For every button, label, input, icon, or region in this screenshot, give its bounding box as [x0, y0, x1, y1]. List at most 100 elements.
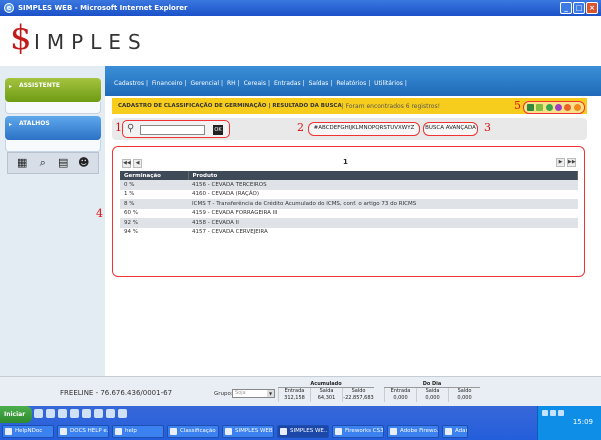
start-button[interactable]: Iniciar — [0, 406, 32, 423]
clock: 15:09 — [572, 418, 593, 426]
menu-item-financeiro[interactable]: Financeiro — [152, 80, 183, 87]
logo-dollar: $ — [10, 18, 32, 58]
first-page-button[interactable]: ◀◀ — [122, 158, 131, 168]
magnifier-icon: ⚲ — [127, 123, 135, 134]
cell-produto: 4157 - CEVADA CERVEJEIRA — [188, 227, 578, 237]
calendar-icon[interactable]: ▤ — [57, 156, 70, 170]
taskbar-item[interactable]: Adan — [442, 425, 468, 438]
close-button[interactable]: × — [586, 2, 598, 14]
advanced-search-button[interactable]: BUSCA AVANÇADA — [423, 122, 478, 136]
acumulado-saldo: -22.857,683 — [342, 395, 374, 402]
ok-button[interactable]: OK — [213, 125, 223, 135]
menu-item-relatorios[interactable]: Relatórios — [336, 80, 366, 87]
menu-item-cadastros[interactable]: Cadastros — [114, 80, 144, 87]
annotation-3: 3 — [484, 121, 491, 134]
annotation-2: 2 — [297, 121, 304, 134]
quicklaunch-icon[interactable] — [34, 409, 43, 418]
search-input[interactable] — [140, 125, 205, 135]
status-bar: FREELINE - 76.676.436/0001-67 Grupo: Soj… — [0, 376, 601, 406]
taskbar-item[interactable]: DOCS HELP e... — [57, 425, 109, 438]
print-icon[interactable] — [536, 104, 544, 111]
menu-item-utilitarios[interactable]: Utilitários — [374, 80, 403, 87]
back-icon[interactable] — [573, 104, 581, 111]
taskbar-item[interactable]: help — [112, 425, 164, 438]
quicklaunch-icon[interactable] — [118, 409, 127, 418]
tray-icon[interactable] — [550, 410, 556, 416]
quicklaunch-icon[interactable] — [94, 409, 103, 418]
menu-item-cereais[interactable]: Cereais — [244, 80, 266, 87]
cell-germinacao: 92 % — [120, 218, 188, 228]
cell-produto: 4156 - CEVADA TERCEIROS — [188, 180, 578, 190]
cell-germinacao: 8 % — [120, 199, 188, 209]
table-row[interactable]: 92 % 4158 - CEVADA II — [120, 218, 578, 228]
arrow-right-icon: ▸ — [9, 83, 13, 90]
prev-page-button[interactable]: ◀ — [133, 158, 142, 168]
table-row[interactable]: 0 % 4156 - CEVADA TERCEIROS — [120, 180, 578, 190]
grupo-select[interactable]: Soja ▼ — [232, 389, 275, 398]
main-menu-bar: Cadastros | Financeiro | Gerencial | RH | Ce… — [105, 66, 601, 96]
annotation-4: 4 — [96, 207, 103, 220]
user-icon[interactable]: ☻ — [77, 156, 90, 170]
quicklaunch-icon[interactable] — [58, 409, 67, 418]
quicklaunch-icon[interactable] — [46, 409, 55, 418]
taskbar-item[interactable]: HelpNDoc — [2, 425, 54, 438]
taskbar-item[interactable]: Fireworks CS3 — [332, 425, 384, 438]
tray-icon[interactable] — [542, 410, 548, 416]
taskbar-item[interactable]: Adobe Firewo... — [387, 425, 439, 438]
column-header-produto[interactable]: Produto — [188, 171, 578, 180]
acumulado-col-saida: Saída — [310, 388, 342, 395]
results-panel: ◀◀ ◀ 1 ▶ ▶▶ Germinação Produto 0 % 4156 … — [112, 146, 585, 277]
search-row: ⚲ OK #ABCDEFGHIJKLMNOPQRSTUVXWYZ BUSCA A… — [112, 118, 587, 140]
table-row[interactable]: 1 % 4160 - CEVADA (RAÇÃO) — [120, 189, 578, 199]
acumulado-title: Acumulado — [278, 381, 374, 388]
taskbar-item-active[interactable]: SIMPLES WE... — [277, 425, 329, 438]
quicklaunch-icon[interactable] — [70, 409, 79, 418]
table-row[interactable]: 60 % 4159 - CEVADA FORRAGEIRA III — [120, 208, 578, 218]
column-header-germinacao[interactable]: Germinação — [120, 171, 189, 180]
quicklaunch-icon[interactable] — [106, 409, 115, 418]
sidebar-panel-atalhos[interactable]: ▸ ATALHOS — [5, 116, 101, 152]
cell-germinacao: 94 % — [120, 227, 188, 237]
app-header: $ IMPLES — [0, 16, 601, 66]
menu-item-saidas[interactable]: Saídas — [309, 80, 329, 87]
taskbar-item[interactable]: SIMPLES WEB... — [222, 425, 274, 438]
window-controls: _ □ × — [560, 2, 598, 14]
alphabet-filter[interactable]: #ABCDEFGHIJKLMNOPQRSTUVXWYZ — [308, 122, 420, 136]
taskbar-item[interactable]: Classificação ... — [167, 425, 219, 438]
cell-germinacao: 1 % — [120, 189, 188, 199]
table-row[interactable]: 94 % 4157 - CEVADA CERVEJEIRA — [120, 227, 578, 237]
minimize-button[interactable]: _ — [560, 2, 572, 14]
delete-icon[interactable] — [564, 104, 572, 111]
ie-icon: e — [4, 3, 14, 13]
menu-item-rh[interactable]: RH — [227, 80, 236, 87]
dodia-saldo: 0,000 — [448, 395, 480, 402]
last-page-button[interactable]: ▶▶ — [567, 158, 576, 167]
sidebar-tools: ▦ ⌕ ▤ ☻ — [7, 152, 99, 174]
sidebar-panel-assistente[interactable]: ▸ ASSISTENTE — [5, 78, 101, 114]
quick-launch — [34, 409, 127, 418]
add-icon[interactable] — [545, 104, 553, 111]
dodia-entrada: 0,000 — [384, 395, 416, 402]
quicklaunch-icon[interactable] — [82, 409, 91, 418]
dodia-totals: Do Dia Entrada Saída Saldo 0,000 0,000 0… — [384, 381, 480, 402]
cell-produto: 4158 - CEVADA II — [188, 218, 578, 228]
menu-item-gerencial[interactable]: Gerencial — [191, 80, 219, 87]
tray-icon[interactable] — [558, 410, 564, 416]
page-title: CADASTRO DE CLASSIFICAÇÃO DE GERMINAÇÃO … — [118, 103, 342, 109]
table-row[interactable]: 8 % ICMS T - Transferência de Crédito Ac… — [120, 199, 578, 209]
maximize-button[interactable]: □ — [573, 2, 585, 14]
search-icon[interactable]: ⌕ — [36, 156, 49, 170]
acumulado-col-entrada: Entrada — [278, 388, 310, 395]
menu-item-entradas[interactable]: Entradas — [274, 80, 301, 87]
page-number: 1 — [343, 158, 348, 166]
sidebar-panel-body — [5, 140, 101, 152]
calculator-icon[interactable]: ▦ — [16, 156, 29, 170]
dodia-col-entrada: Entrada — [384, 388, 416, 395]
next-page-button[interactable]: ▶ — [556, 158, 565, 167]
system-tray: 15:09 — [537, 406, 601, 440]
dodia-col-saida: Saída — [416, 388, 448, 395]
excel-icon[interactable] — [527, 104, 535, 111]
acumulado-totals: Acumulado Entrada Saída Saldo 312,158 64… — [278, 381, 374, 402]
grupo-label: Grupo: — [214, 391, 233, 397]
edit-icon[interactable] — [555, 104, 563, 111]
